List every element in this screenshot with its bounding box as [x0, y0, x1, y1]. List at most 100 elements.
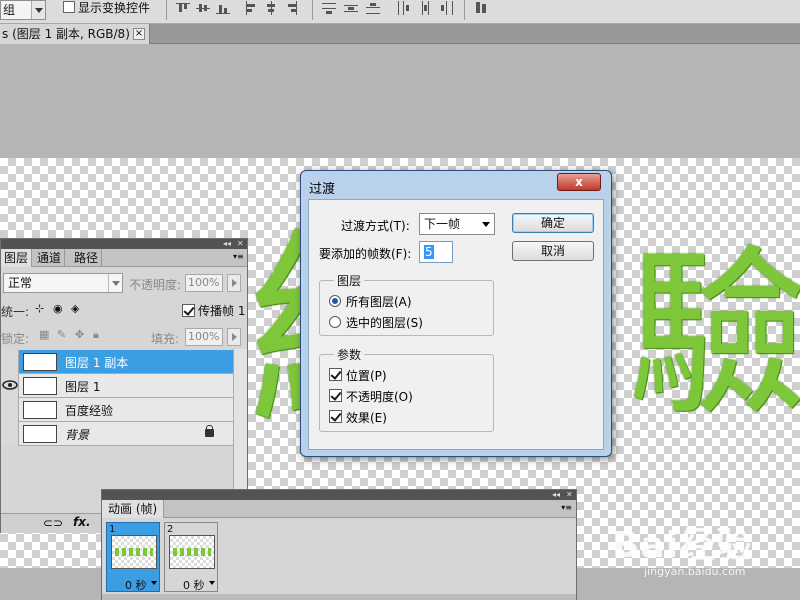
lock-all-icon[interactable]: 🔒︎: [93, 328, 99, 342]
align-left-icon[interactable]: [244, 1, 258, 15]
layer-row[interactable]: 百度经验: [1, 398, 233, 422]
lock-pixels-icon[interactable]: ✎: [57, 328, 66, 341]
selected-layers-radio[interactable]: [329, 316, 341, 328]
opacity-field[interactable]: 100%: [185, 274, 223, 292]
effects-checkbox[interactable]: [329, 410, 342, 423]
unify-style-icon[interactable]: ◈: [71, 302, 79, 315]
auto-align-icon[interactable]: [474, 1, 488, 15]
align-right-icon[interactable]: [284, 1, 298, 15]
propagate-frame-checkbox[interactable]: [182, 304, 195, 317]
propagate-frame-label: 传播帧 1: [198, 304, 246, 318]
chevron-down-icon[interactable]: [209, 581, 215, 588]
fill-slider-toggle[interactable]: [227, 328, 241, 346]
fill-field[interactable]: 100%: [185, 328, 223, 346]
ok-button[interactable]: 确定: [512, 213, 594, 233]
distribute-left-icon[interactable]: [396, 1, 410, 15]
collapse-icon[interactable]: ◂◂: [552, 491, 560, 499]
selected-layers-label[interactable]: 选中的图层(S): [346, 314, 423, 331]
panel-menu-icon[interactable]: ▾≡: [233, 253, 244, 261]
eye-icon: [2, 380, 18, 390]
distribute-bottom-icon[interactable]: [366, 1, 380, 15]
layer-thumbnail: [23, 377, 57, 395]
chevron-down-icon[interactable]: [108, 274, 122, 292]
fx-button[interactable]: fx.: [73, 515, 91, 529]
tab-paths[interactable]: 路径: [71, 249, 103, 267]
baidu-watermark-logo: Bai经验: [612, 525, 754, 566]
parameters-group-title: 参数: [334, 346, 365, 363]
cancel-button[interactable]: 取消: [512, 241, 594, 261]
visibility-toggle[interactable]: [1, 350, 19, 374]
frame-number: 1: [109, 524, 116, 535]
layers-group-title: 图层: [334, 272, 365, 289]
toolbar-separator: [464, 0, 465, 20]
animation-frame[interactable]: 2 0 秒: [164, 522, 218, 592]
layers-panel-titlebar[interactable]: ◂◂ ✕: [1, 239, 247, 249]
tween-with-select[interactable]: 下一帧: [419, 213, 495, 235]
layer-name: 图层 1 副本: [65, 356, 129, 370]
frame-duration[interactable]: 0 秒: [183, 577, 205, 593]
align-bottom-icon[interactable]: [216, 1, 230, 15]
frame-thumbnail: [111, 535, 157, 569]
close-tab-icon[interactable]: ×: [133, 28, 145, 40]
distribute-hcenter-icon[interactable]: [418, 1, 432, 15]
position-checkbox[interactable]: [329, 368, 342, 381]
layer-row[interactable]: 背景: [1, 422, 233, 446]
opacity-checkbox[interactable]: [329, 389, 342, 402]
layer-row[interactable]: 图层 1 副本: [1, 350, 233, 374]
options-bar: 组 显示变换控件: [0, 0, 800, 24]
dialog-close-button[interactable]: x: [557, 173, 601, 191]
group-combo[interactable]: 组: [0, 0, 46, 20]
align-top-icon[interactable]: [176, 1, 190, 15]
layer-thumbnail: [23, 401, 57, 419]
distribute-top-icon[interactable]: [322, 1, 336, 15]
unify-visibility-icon[interactable]: ◉: [53, 302, 63, 315]
frame-number: 2: [167, 524, 174, 535]
all-layers-radio[interactable]: [329, 295, 341, 307]
tween-dialog: 过渡 x 过渡方式(T): 下一帧 要添加的帧数(F): 5 确定 取消 图层 …: [300, 170, 612, 457]
lock-position-icon[interactable]: ✥: [75, 328, 84, 341]
frames-to-add-input[interactable]: 5: [419, 241, 453, 263]
effects-label[interactable]: 效果(E): [346, 409, 387, 426]
distribute-vcenter-icon[interactable]: [344, 1, 358, 15]
tab-layers[interactable]: 图层: [1, 249, 33, 267]
align-hcenter-icon[interactable]: [264, 1, 278, 15]
unify-position-icon[interactable]: ⊹: [35, 302, 44, 315]
position-label[interactable]: 位置(P): [346, 367, 387, 384]
chevron-down-icon[interactable]: [151, 581, 157, 588]
group-combo-value: 组: [3, 3, 16, 17]
opacity-label[interactable]: 不透明度(O): [346, 388, 413, 405]
lock-transparency-icon[interactable]: ▦: [39, 328, 49, 341]
align-vcenter-icon[interactable]: [196, 1, 210, 15]
layer-thumbnail: [23, 425, 57, 443]
frames-to-add-value: 5: [424, 245, 434, 259]
tab-animation-frames[interactable]: 动画 (帧): [102, 500, 165, 518]
layer-row[interactable]: 图层 1: [1, 374, 233, 398]
show-transform-controls-checkbox[interactable]: [63, 1, 75, 13]
close-panel-icon[interactable]: ✕: [566, 491, 574, 499]
animation-panel-titlebar[interactable]: ◂◂ ✕: [102, 490, 576, 500]
opacity-slider-toggle[interactable]: [227, 274, 241, 292]
frames-to-add-label: 要添加的帧数(F):: [319, 247, 412, 261]
animation-frame[interactable]: 1 0 秒: [106, 522, 160, 592]
all-layers-label[interactable]: 所有图层(A): [346, 293, 412, 310]
tab-channels[interactable]: 通道: [34, 249, 66, 267]
tween-with-label: 过渡方式(T):: [341, 219, 410, 233]
collapse-icon[interactable]: ◂◂: [223, 240, 231, 248]
show-transform-controls-label: 显示变换控件: [78, 1, 151, 15]
parameters-group: 参数 位置(P) 不透明度(O) 效果(E): [319, 346, 494, 432]
distribute-right-icon[interactable]: [440, 1, 454, 15]
blend-mode-select[interactable]: 正常: [3, 273, 123, 293]
opacity-label: 不透明度:: [129, 278, 182, 292]
chevron-down-icon[interactable]: [31, 1, 45, 19]
visibility-toggle[interactable]: [1, 422, 19, 446]
link-layers-icon[interactable]: ⊂⊃: [43, 516, 63, 530]
visibility-toggle[interactable]: [1, 374, 19, 398]
animation-panel: ◂◂ ✕ 动画 (帧) ▾≡ 1 0 秒 2 0 秒: [101, 489, 577, 600]
visibility-toggle[interactable]: [1, 398, 19, 422]
close-panel-icon[interactable]: ✕: [237, 240, 245, 248]
frame-duration[interactable]: 0 秒: [125, 577, 147, 593]
animation-controls-strip: [102, 594, 576, 600]
panel-menu-icon[interactable]: ▾≡: [561, 504, 572, 512]
document-tab[interactable]: s (图层 1 副本, RGB/8) * ×: [0, 24, 150, 44]
toolbar-separator: [312, 0, 313, 20]
